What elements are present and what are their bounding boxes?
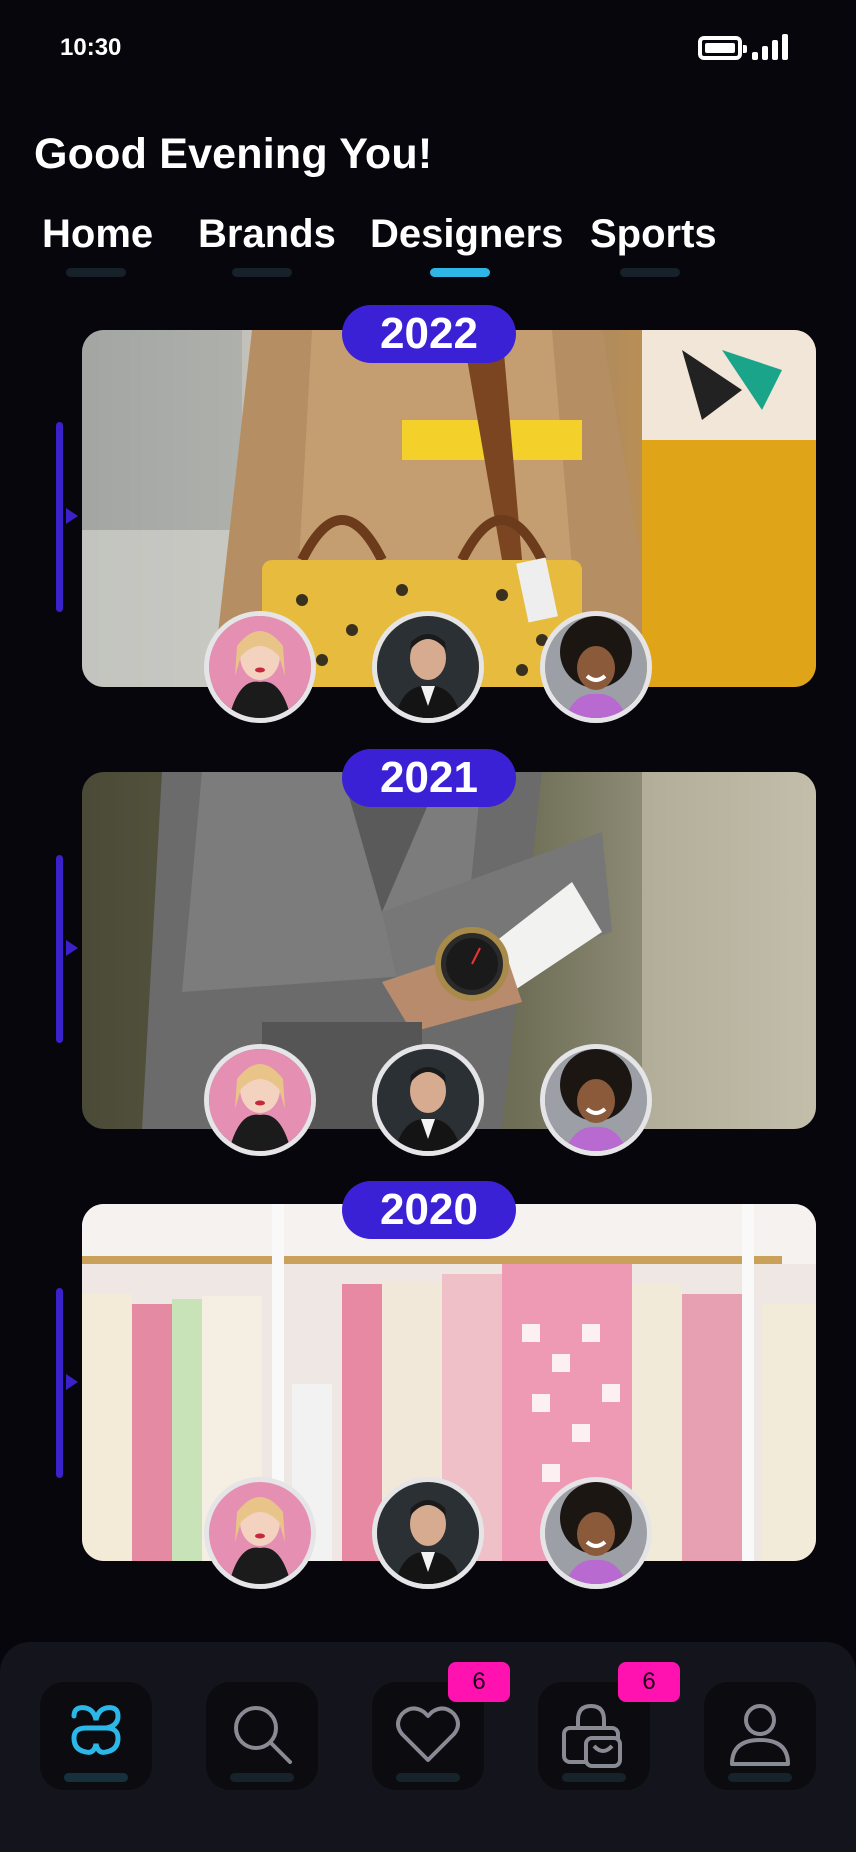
year-badge-2021: 2021: [342, 749, 516, 807]
nav-home-button[interactable]: [40, 1682, 152, 1790]
avatar-image: [377, 1482, 479, 1584]
year-badge-2020: 2020: [342, 1181, 516, 1239]
timeline-arrow-icon: [66, 1374, 78, 1390]
tab-brands[interactable]: Brands: [198, 212, 336, 257]
timeline-bar: [56, 855, 63, 1043]
avatar-image: [545, 1049, 647, 1151]
year-badge-2022: 2022: [342, 305, 516, 363]
designer-avatar-man[interactable]: [372, 1044, 484, 1156]
greeting-title: Good Evening You!: [34, 130, 433, 178]
timeline-bar: [56, 1288, 63, 1478]
tab-home[interactable]: Home: [42, 212, 153, 257]
profile-icon: [730, 1704, 790, 1766]
tab-designers-indicator-active: [430, 268, 490, 277]
avatar-image: [377, 1049, 479, 1151]
avatar-image: [377, 616, 479, 718]
avatar-image: [545, 1482, 647, 1584]
nav-indicator: [64, 1773, 128, 1782]
heart-icon: [396, 1706, 460, 1762]
designer-avatar-girl[interactable]: [540, 611, 652, 723]
tab-brands-indicator: [232, 268, 292, 277]
designer-avatar-man[interactable]: [372, 1477, 484, 1589]
avatar-image: [545, 616, 647, 718]
designer-avatar-girl[interactable]: [540, 1477, 652, 1589]
logo-icon: [71, 1705, 121, 1755]
tab-home-indicator: [66, 268, 126, 277]
designer-avatar-woman[interactable]: [204, 611, 316, 723]
battery-icon: [698, 36, 747, 60]
nav-indicator: [230, 1773, 294, 1782]
signal-icon: [752, 34, 790, 60]
designer-avatar-girl[interactable]: [540, 1044, 652, 1156]
tab-designers[interactable]: Designers: [370, 212, 563, 257]
search-icon: [234, 1706, 292, 1764]
timeline-arrow-icon: [66, 508, 78, 524]
nav-indicator: [728, 1773, 792, 1782]
cart-count-badge: 6: [618, 1662, 680, 1702]
avatar-image: [209, 1049, 311, 1151]
designer-avatar-woman[interactable]: [204, 1044, 316, 1156]
status-time: 10:30: [60, 34, 122, 61]
shopping-bag-icon: [562, 1703, 622, 1768]
nav-indicator: [396, 1773, 460, 1782]
avatar-image: [209, 1482, 311, 1584]
app-screen: 10:30 Good Evening You! Home Brands Desi…: [0, 0, 856, 1852]
nav-indicator: [562, 1773, 626, 1782]
timeline-arrow-icon: [66, 940, 78, 956]
favorites-count-badge: 6: [448, 1662, 510, 1702]
tab-sports[interactable]: Sports: [590, 212, 717, 257]
avatar-image: [209, 616, 311, 718]
nav-profile-button[interactable]: [704, 1682, 816, 1790]
nav-search-button[interactable]: [206, 1682, 318, 1790]
designer-avatar-woman[interactable]: [204, 1477, 316, 1589]
designer-avatar-man[interactable]: [372, 611, 484, 723]
tab-sports-indicator: [620, 268, 680, 277]
timeline-bar: [56, 422, 63, 612]
